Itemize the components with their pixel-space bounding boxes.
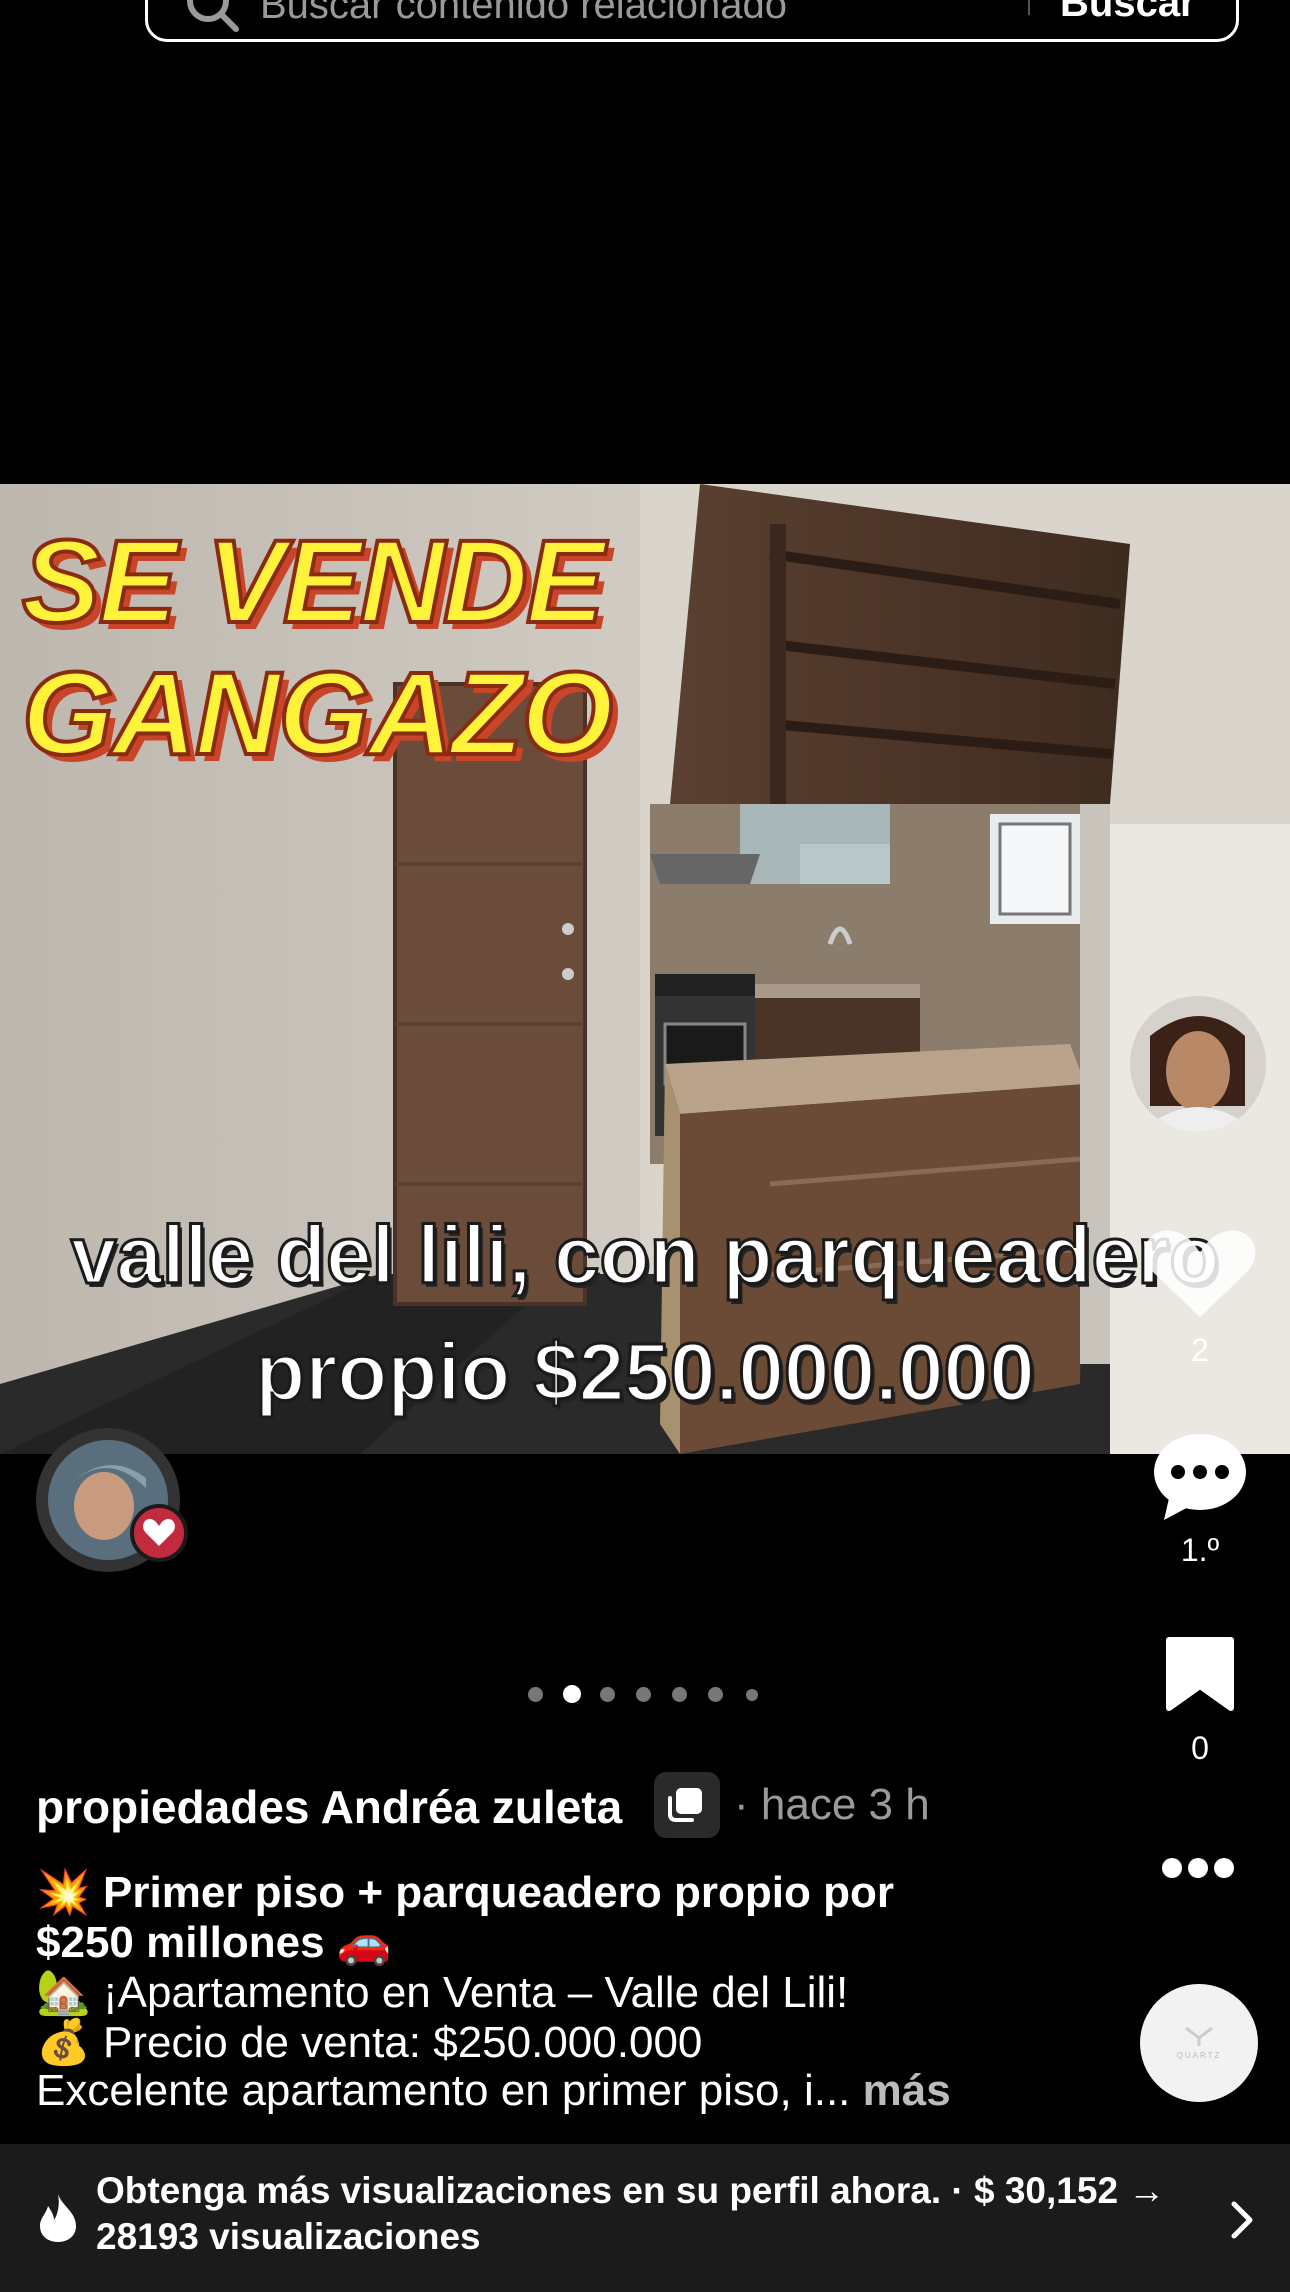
description-text-4: Precio de venta: $250.000.000	[103, 2018, 703, 2067]
comment-bubble-icon	[1154, 1434, 1246, 1520]
description-line-5: Excelente apartamento en primer piso, i.…	[36, 2066, 951, 2116]
more-options-button[interactable]	[1160, 1856, 1236, 1885]
heart-badge	[130, 1504, 188, 1562]
heart-icon	[1144, 1230, 1256, 1317]
avatar	[1130, 996, 1266, 1132]
sticker-avatar[interactable]	[36, 1428, 188, 1572]
back-button[interactable]	[30, 0, 100, 30]
music-disc-icon: QUARTZ	[1177, 2026, 1222, 2060]
search-icon	[187, 0, 239, 32]
promote-text-line-1: Obtenga más visualizaciones en su perfil…	[96, 2170, 1166, 2211]
save-button[interactable]	[1165, 1636, 1235, 1717]
music-disc-label: QUARTZ	[1177, 2051, 1222, 2060]
caption-line-1: valle del lili, con parqueadero	[69, 1209, 1220, 1303]
description-text-5: Excelente apartamento en primer piso, i.…	[36, 2066, 851, 2115]
house-emoji-icon: 🏡	[36, 1968, 91, 2017]
carousel-badge	[654, 1772, 720, 1838]
carousel-dot-active	[563, 1685, 581, 1703]
carousel-dot	[746, 1689, 758, 1701]
description-line-2: $250 millones 🚗	[36, 1918, 392, 1968]
promote-text-line-2: 28193 visualizaciones	[96, 2216, 481, 2257]
carousel-dot	[708, 1687, 723, 1702]
save-count: 0	[1191, 1730, 1209, 1766]
promote-banner[interactable]: Obtenga más visualizaciones en su perfil…	[0, 2144, 1290, 2292]
chevron-right-icon[interactable]	[1228, 2200, 1256, 2240]
back-arrow-icon	[30, 0, 90, 20]
like-count: 2	[1191, 1332, 1209, 1368]
more-link[interactable]: más	[863, 2066, 951, 2115]
carousel-dot	[600, 1687, 615, 1702]
search-bar[interactable]: Buscar contenido relacionado Buscar	[145, 0, 1239, 42]
description-line-3: 🏡 ¡Apartamento en Venta – Valle del Lili…	[36, 1968, 848, 2018]
description-text-3: ¡Apartamento en Venta – Valle del Lili!	[103, 1968, 849, 2017]
comment-button[interactable]	[1150, 1432, 1250, 1527]
music-disc[interactable]: QUARTZ	[1140, 1984, 1258, 2102]
headline-line-1: SE VENDE	[20, 514, 607, 650]
bookmark-icon	[1166, 1637, 1234, 1711]
search-button[interactable]: Buscar	[1060, 0, 1196, 26]
search-input[interactable]: Buscar contenido relacionado	[260, 0, 787, 28]
collision-emoji-icon: 💥	[36, 1868, 91, 1917]
description-text-2: $250 millones	[36, 1918, 325, 1967]
heart-icon	[143, 1518, 175, 1546]
more-dots-icon	[1162, 1858, 1234, 1878]
description-line-1: 💥 Primer piso + parqueadero propio por	[36, 1868, 894, 1918]
post-time: · hace 3 h	[734, 1780, 930, 1829]
car-emoji-icon: 🚗	[336, 1918, 392, 1967]
headline-line-2: GANGAZO	[20, 646, 615, 782]
multiple-photos-icon	[668, 1788, 702, 1822]
post-image[interactable]: SE VENDE GANGAZO valle del lili, con par…	[0, 484, 1290, 1454]
like-button[interactable]	[1140, 1225, 1260, 1330]
carousel-dot	[528, 1687, 543, 1702]
description-text-1: Primer piso + parqueadero propio por	[103, 1868, 894, 1917]
money-bag-emoji-icon: 💰	[36, 2018, 91, 2067]
carousel-dot	[672, 1687, 687, 1702]
caption-line-2: propio $250.000.000	[254, 1326, 1036, 1420]
search-divider	[1028, 0, 1030, 15]
creator-avatar[interactable]	[1130, 996, 1266, 1132]
description-line-4: 💰 Precio de venta: $250.000.000	[36, 2018, 702, 2068]
author-username[interactable]: propiedades Andréa zuleta	[36, 1780, 622, 1834]
promote-text: Obtenga más visualizaciones en su perfil…	[96, 2168, 1165, 2260]
carousel-dot	[636, 1687, 651, 1702]
flame-icon	[40, 2194, 76, 2242]
comment-count: 1.º	[1180, 1532, 1220, 1568]
